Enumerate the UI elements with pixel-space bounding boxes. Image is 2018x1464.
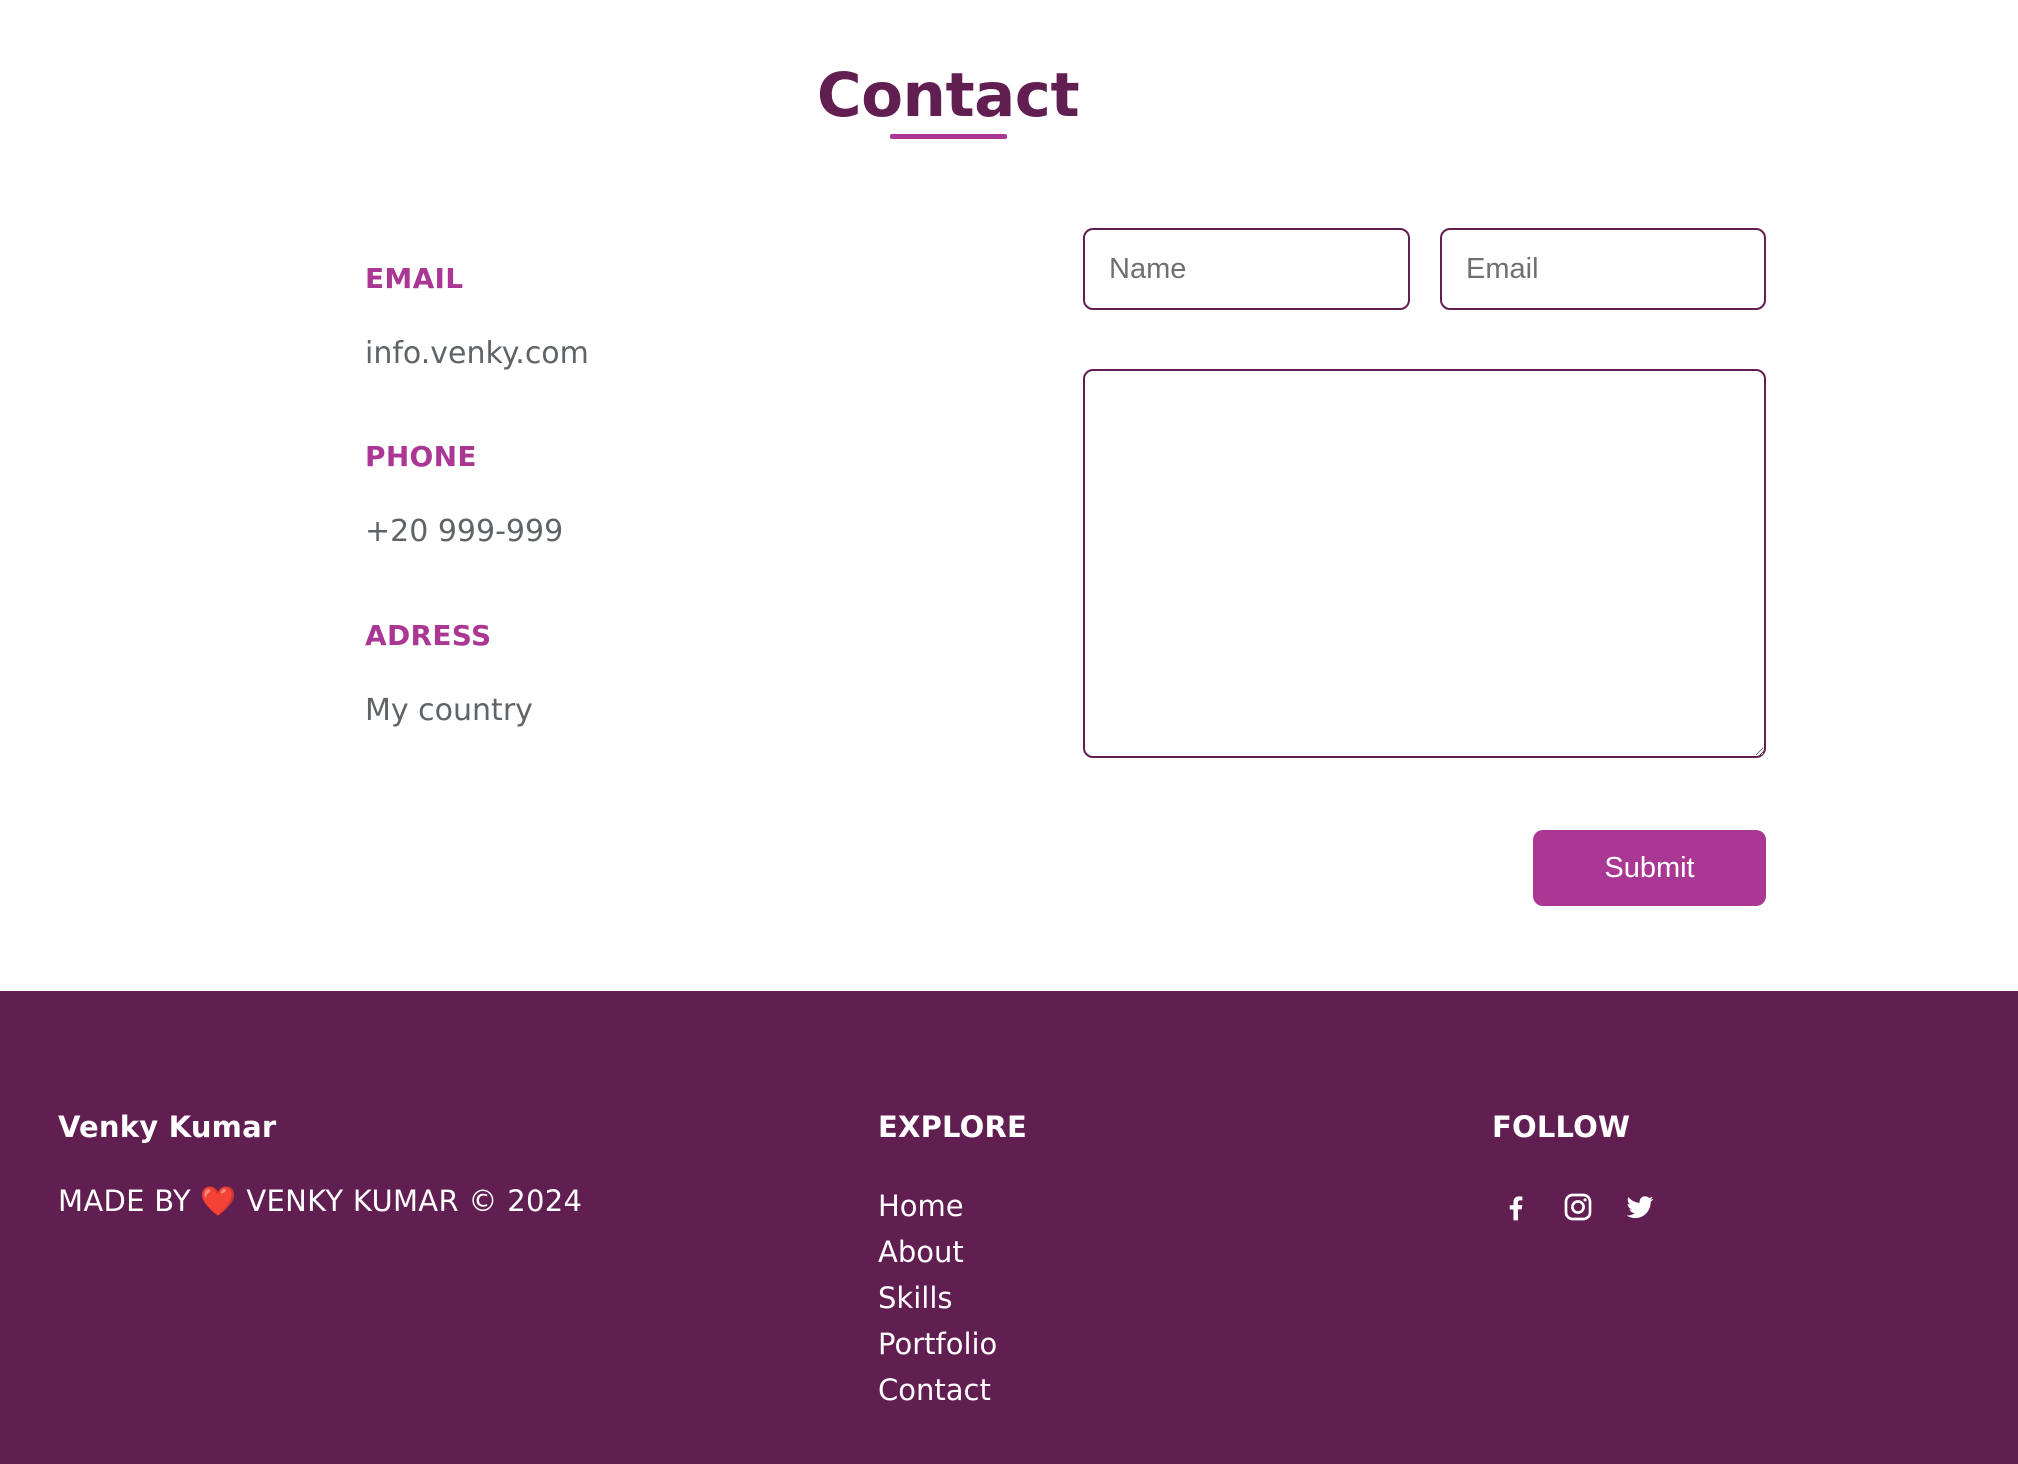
footer-link-portfolio-item: Portfolio — [878, 1321, 1027, 1367]
name-input[interactable] — [1083, 228, 1410, 310]
twitter-icon[interactable] — [1624, 1191, 1656, 1223]
footer-link-skills[interactable]: Skills — [878, 1281, 952, 1315]
address-info: ADRESS My country — [365, 619, 533, 729]
footer-explore-column: EXPLORE Home About Skills Portfolio Cont… — [878, 1109, 1027, 1413]
email-input[interactable] — [1440, 228, 1766, 310]
explore-heading: EXPLORE — [878, 1110, 1028, 1144]
explore-links: Home About Skills Portfolio Contact — [878, 1183, 1027, 1413]
footer-credit: MADE BY ❤️ VENKY KUMAR © 2024 — [58, 1183, 582, 1219]
follow-heading: FOLLOW — [1492, 1110, 1631, 1144]
contact-section: Contact EMAIL info.venky.com PHONE +20 9… — [0, 0, 2018, 991]
footer-brand-column: Venky Kumar MADE BY ❤️ VENKY KUMAR © 202… — [58, 1109, 582, 1219]
facebook-icon[interactable] — [1500, 1191, 1532, 1223]
title-underline — [890, 134, 1007, 139]
credit-suffix: VENKY KUMAR © 2024 — [246, 1184, 583, 1218]
footer-follow-column: FOLLOW — [1492, 1109, 1656, 1223]
footer-link-home[interactable]: Home — [878, 1189, 964, 1223]
social-links — [1500, 1191, 1656, 1223]
page-title: Contact — [816, 60, 1080, 131]
instagram-icon[interactable] — [1562, 1191, 1594, 1223]
phone-value: +20 999-999 — [365, 514, 564, 549]
footer-brand-name: Venky Kumar — [58, 1110, 277, 1144]
email-info: EMAIL info.venky.com — [365, 262, 589, 372]
address-value: My country — [365, 693, 533, 728]
message-textarea[interactable] — [1083, 369, 1766, 758]
footer: Venky Kumar MADE BY ❤️ VENKY KUMAR © 202… — [0, 991, 2018, 1464]
footer-link-about[interactable]: About — [878, 1235, 964, 1269]
footer-link-contact-item: Contact — [878, 1367, 1027, 1413]
footer-link-home-item: Home — [878, 1183, 1027, 1229]
credit-prefix: MADE BY — [58, 1184, 191, 1218]
heart-icon: ❤️ — [200, 1184, 237, 1218]
phone-info: PHONE +20 999-999 — [365, 440, 563, 550]
footer-link-portfolio[interactable]: Portfolio — [878, 1327, 997, 1361]
address-label: ADRESS — [365, 619, 492, 652]
phone-label: PHONE — [365, 440, 477, 473]
email-value: info.venky.com — [365, 336, 589, 371]
footer-link-skills-item: Skills — [878, 1275, 1027, 1321]
submit-button[interactable]: Submit — [1533, 830, 1766, 906]
footer-link-contact[interactable]: Contact — [878, 1373, 991, 1407]
footer-link-about-item: About — [878, 1229, 1027, 1275]
email-label: EMAIL — [365, 262, 464, 295]
page: Contact EMAIL info.venky.com PHONE +20 9… — [0, 0, 2018, 1464]
